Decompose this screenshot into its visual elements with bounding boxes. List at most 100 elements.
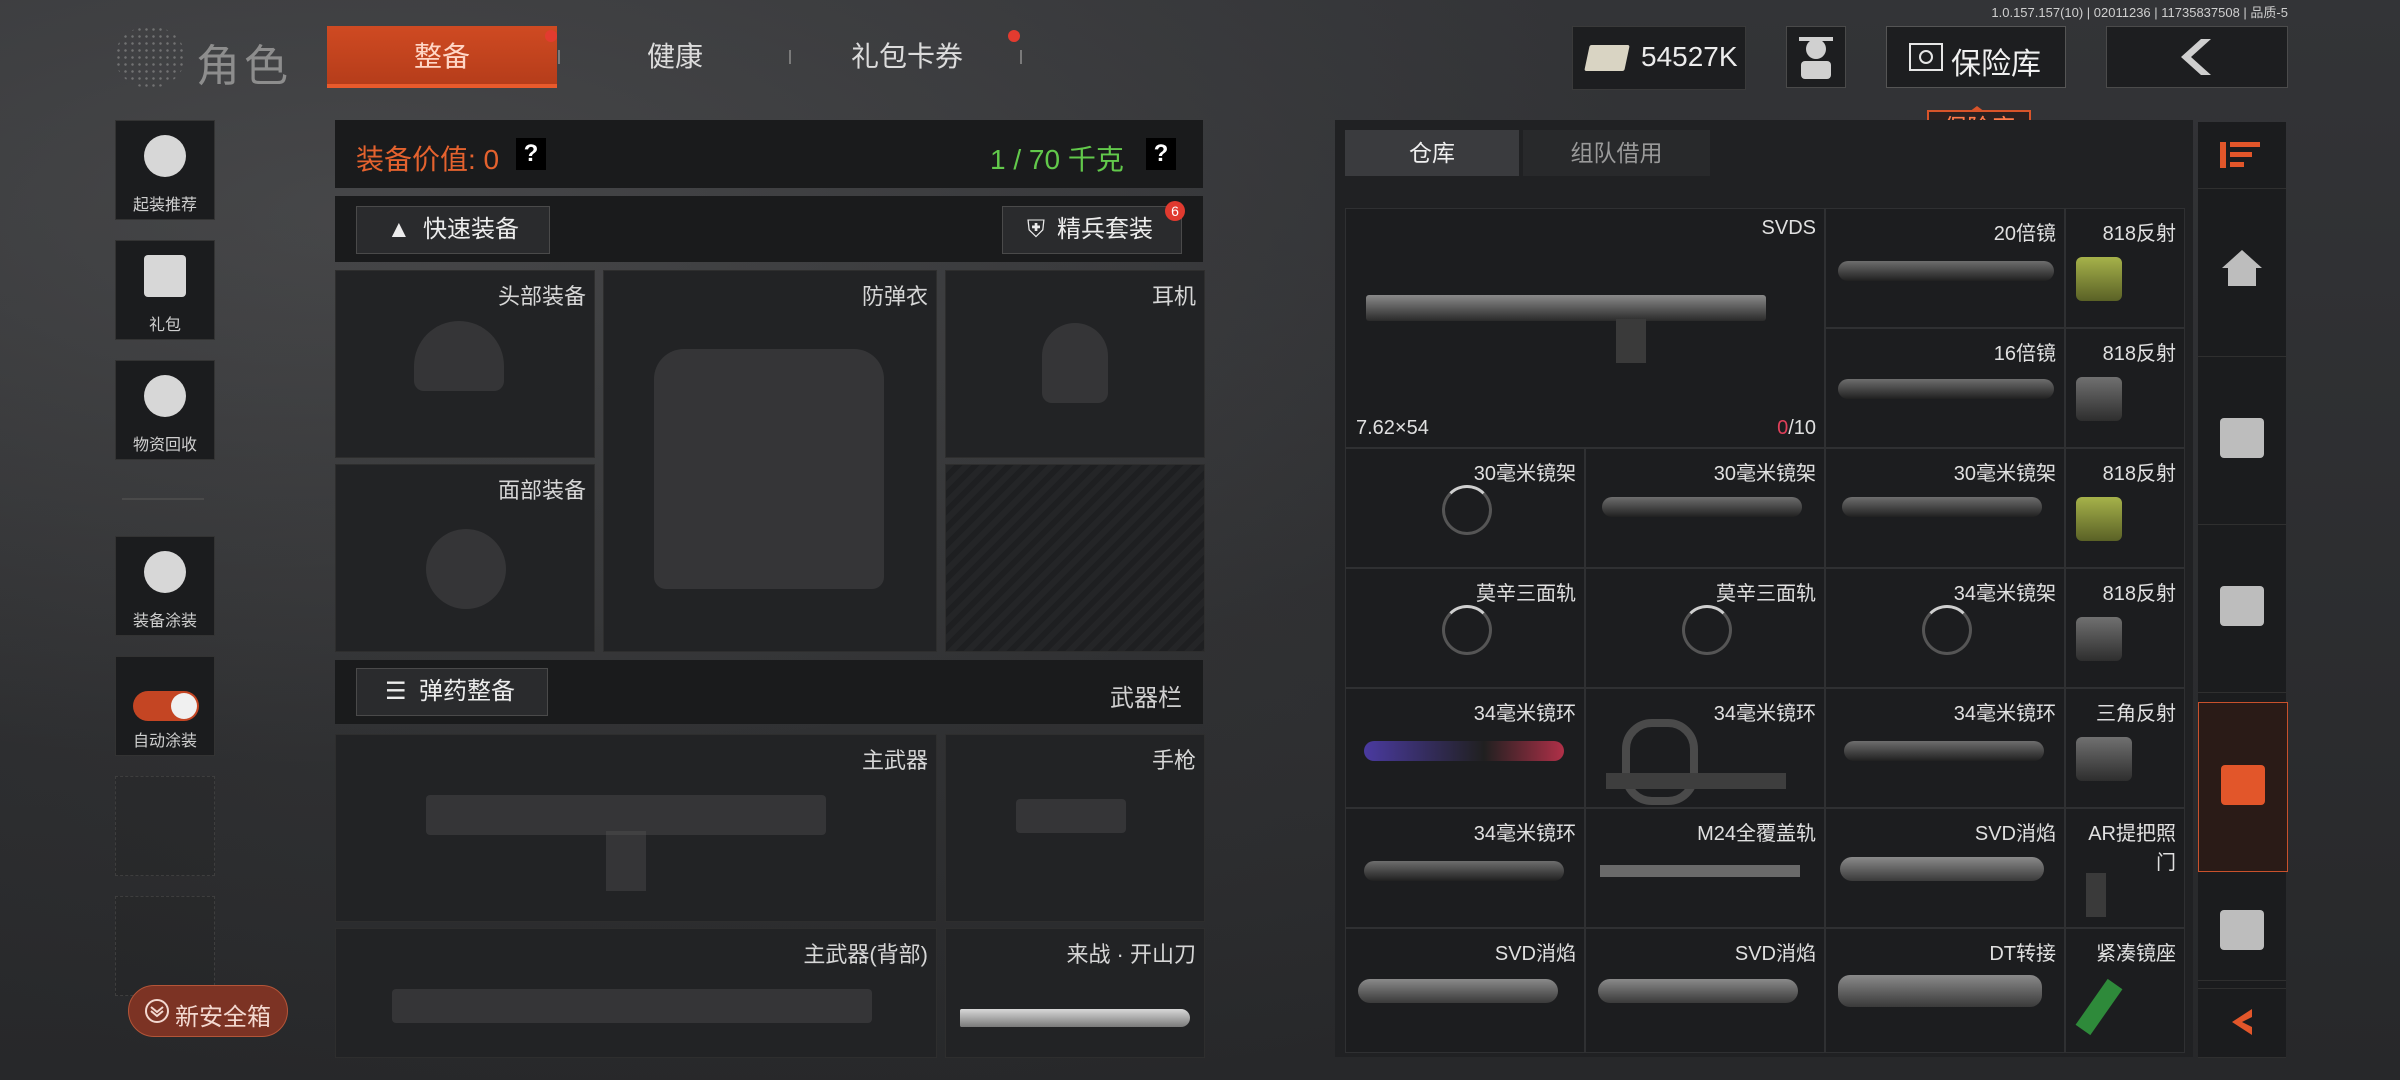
item-cell[interactable]: 34毫米镜架 [1825,568,2065,688]
crate-icon [2220,586,2264,626]
scope-ring-icon [1844,741,2044,761]
sidebar-item-recommend[interactable]: 起装推荐 [115,120,215,220]
item-cell[interactable]: 34毫米镜环 [1345,688,1585,808]
pistol-slot[interactable]: 手枪 [945,734,1205,922]
back-arrow-icon [2181,39,2211,75]
item-name: SVDS [1761,217,1816,239]
tab-warehouse[interactable]: 仓库 [1345,130,1519,176]
item-name: 34毫米镜环 [1953,703,2056,725]
help-icon[interactable]: ? [1146,138,1176,170]
tab-team-borrow[interactable]: 组队借用 [1523,130,1710,176]
auto-paint-toggle[interactable] [133,691,199,721]
item-cell[interactable]: 34毫米镜环 [1585,688,1825,808]
notification-dot [545,30,557,42]
gasmask-silhouette-icon [426,529,506,609]
adapter-icon [1838,975,2042,1007]
scope-mount-icon [1842,497,2042,517]
tab-maintenance[interactable]: 整备 [327,26,557,88]
sidebar-item-auto-paint[interactable]: 自动涂装 [115,656,215,756]
tab-label: 组队借用 [1570,140,1663,166]
cash-icon [1584,45,1630,71]
face-slot[interactable]: 面部装备 [335,464,595,652]
back-weapon-slot[interactable]: 主武器(背部) [335,928,937,1058]
item-cell[interactable]: 818反射 [2065,328,2185,448]
suppressor-icon [1840,857,2044,881]
sidebar-empty-slot [115,776,215,876]
sort-button[interactable] [2198,122,2286,189]
elite-count-badge: 6 [1165,201,1185,221]
item-svds[interactable]: SVDS 7.62×54 0/10 [1345,208,1825,448]
item-cell[interactable]: SVD消焰 [1825,808,2065,928]
elite-suit-label: 精兵套装 [1057,216,1153,243]
scope-mount-icon [1602,497,1802,517]
item-cell[interactable]: 818反射 [2065,568,2185,688]
agent-button[interactable] [1786,26,1846,88]
item-name: 818反射 [2102,223,2176,245]
sidebar-item-paint[interactable]: 装备涂装 [115,536,215,636]
new-safe-box-button[interactable]: 新安全箱 [128,985,288,1037]
tab-health[interactable]: 健康 [560,26,790,88]
item-cell[interactable]: 34毫米镜环 [1345,808,1585,928]
item-cell[interactable]: 莫辛三面轨 [1585,568,1825,688]
reflex-sight-icon [2076,257,2122,301]
item-cell[interactable]: 30毫米镜架 [1345,448,1585,568]
sidebar-item-recycle[interactable]: 物资回收 [115,360,215,460]
item-name: 三角反射 [2096,703,2176,725]
head-slot[interactable]: 头部装备 [335,270,595,458]
primary-weapon-slot[interactable]: 主武器 [335,734,937,922]
elite-suit-button[interactable]: ⛨ 精兵套装 [1002,206,1182,254]
slot-label: 来战 · 开山刀 [1066,942,1196,967]
item-cell[interactable]: DT转接 [1825,928,2065,1053]
item-cell[interactable]: 三角反射 [2065,688,2185,808]
tab-gift-vouchers[interactable]: 礼包卡券 [792,26,1022,88]
item-cell[interactable]: 20倍镜 [1825,208,2065,328]
item-cell[interactable]: 818反射 [2065,208,2185,328]
help-icon[interactable]: ? [516,138,546,170]
quick-equip-button[interactable]: ▲ 快速装备 [356,206,550,254]
melee-slot[interactable]: 来战 · 开山刀 [945,928,1205,1058]
item-cell[interactable]: 莫辛三面轨 [1345,568,1585,688]
back-button[interactable] [2106,26,2288,88]
item-cell[interactable]: SVD消焰 [1585,928,1825,1053]
crate-icon [2220,910,2264,950]
sidebar-item-gift[interactable]: 礼包 [115,240,215,340]
reflex-sight-icon [2076,497,2122,541]
currency-display[interactable]: 54527K [1572,26,1746,90]
storage-button[interactable] [2198,356,2286,525]
collapse-button[interactable] [2198,988,2286,1058]
warehouse-grid: SVDS 7.62×54 0/10 20倍镜 818反射 16倍镜 818反射 … [1345,208,2185,1053]
headset-silhouette-icon [1042,323,1108,403]
scope-icon [1838,379,2054,399]
page-title: 角色 [196,42,292,91]
weight-display: 1 / 70 千克 [990,144,1124,175]
ammo-max: /10 [1788,417,1816,439]
item-cell[interactable]: 紧凑镜座 [2065,928,2185,1053]
armor-slot[interactable]: 防弹衣 [603,270,937,652]
item-cell[interactable]: M24全覆盖轨 [1585,808,1825,928]
item-name: 30毫米镜架 [1953,463,2056,485]
active-container-button[interactable] [2198,702,2288,872]
item-name: 34毫米镜环 [1473,703,1576,725]
sidebar-empty-slot [115,896,215,996]
headset-slot[interactable]: 耳机 [945,270,1205,458]
slot-label: 主武器 [861,748,928,773]
paint-icon [144,551,186,593]
item-cell[interactable]: 30毫米镜架 [1825,448,2065,568]
tab-divider [789,50,791,64]
ammo-prep-button[interactable]: ☰ 弹药整备 [356,668,548,716]
caliber-label: 7.62×54 [1356,417,1429,439]
item-cell[interactable]: SVD消焰 [1345,928,1585,1053]
loading-icon [1922,605,1972,655]
home-button[interactable] [2198,188,2286,357]
version-text: 1.0.157.157(10) | 02011236 | 11735837508… [1991,5,2288,20]
vault-button[interactable]: 保险库 [1886,26,2066,88]
item-cell[interactable]: 16倍镜 [1825,328,2065,448]
container-button[interactable] [2198,870,2286,981]
item-cell[interactable]: AR提把照门 [2065,808,2185,928]
item-cell[interactable]: 818反射 [2065,448,2185,568]
item-name: 818反射 [2102,343,2176,365]
item-cell[interactable]: 34毫米镜环 [1825,688,2065,808]
container-button[interactable] [2198,524,2286,693]
tab-label: 整备 [413,41,470,72]
item-cell[interactable]: 30毫米镜架 [1585,448,1825,568]
